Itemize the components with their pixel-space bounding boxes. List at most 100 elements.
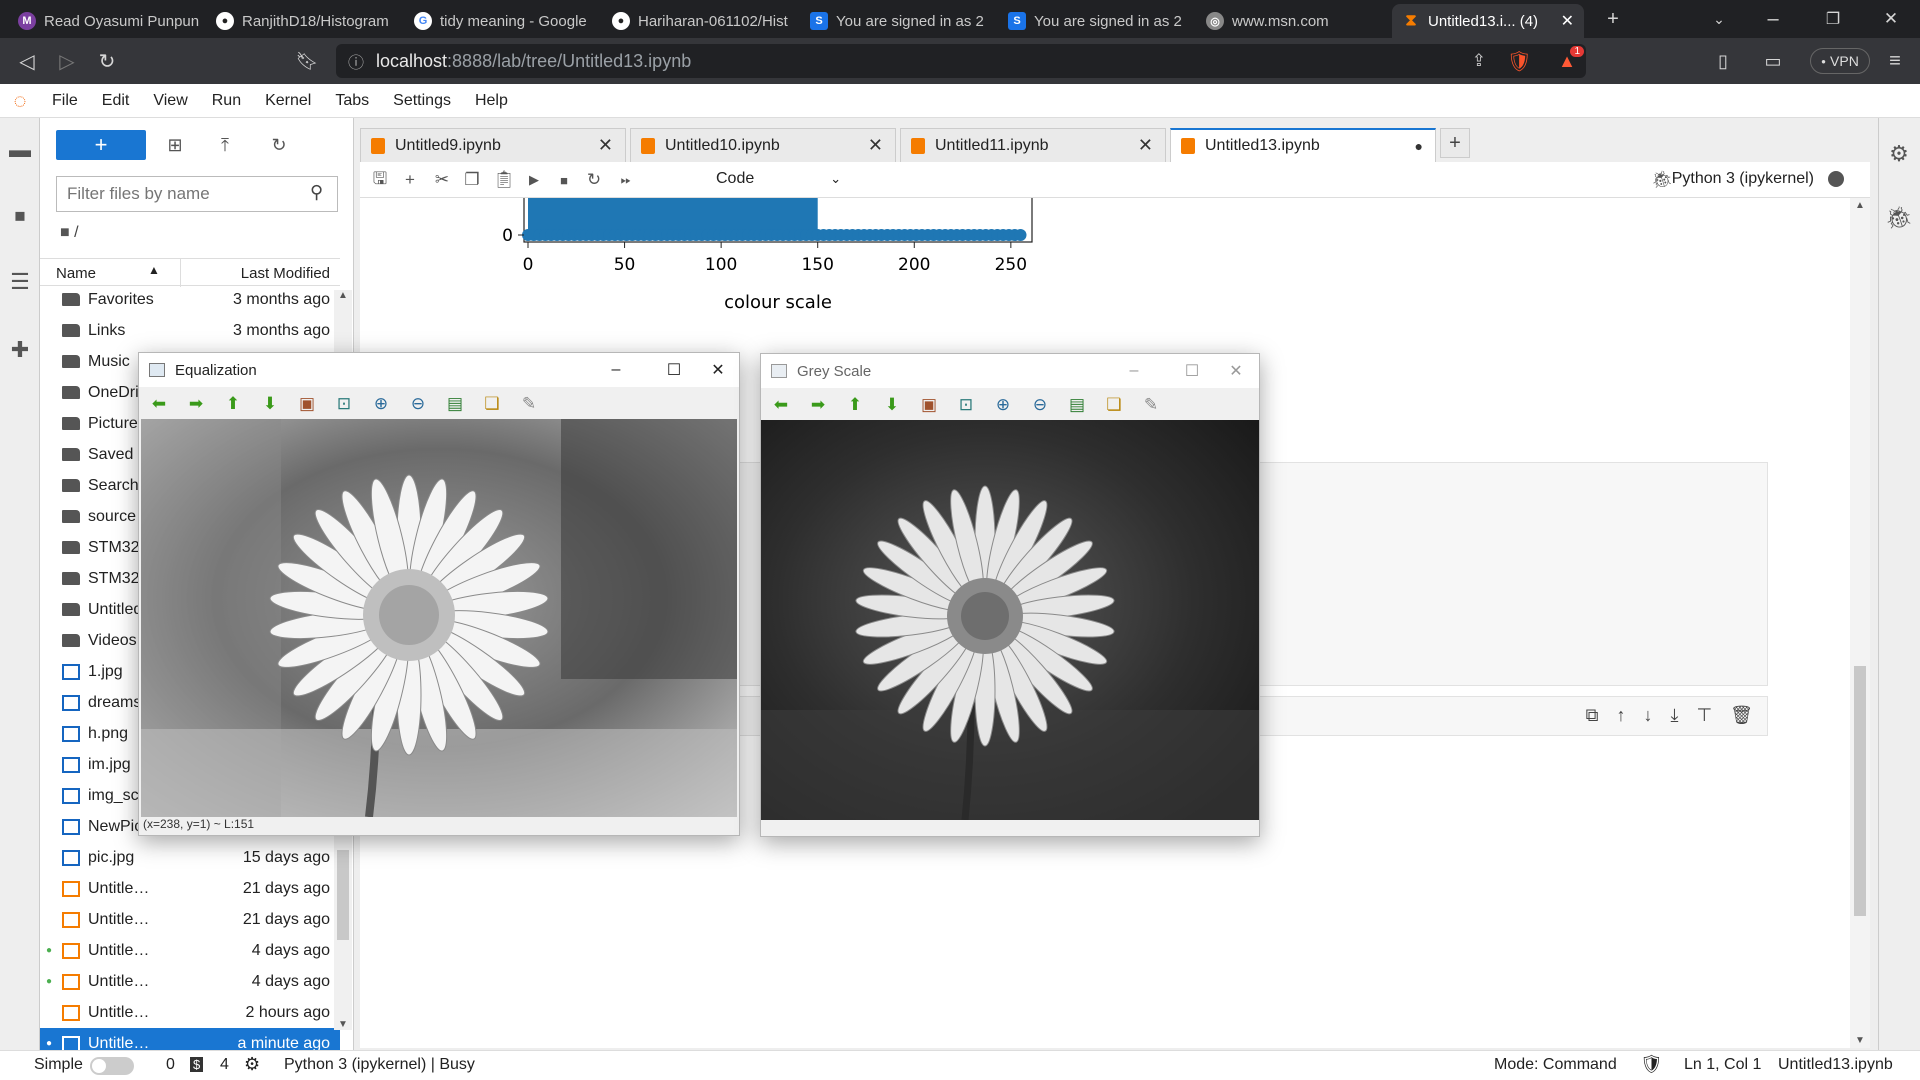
duplicate-icon[interactable]: ⧉	[1586, 705, 1599, 726]
close-icon[interactable]: ✕	[1213, 354, 1259, 388]
simple-mode-toggle[interactable]	[90, 1057, 134, 1075]
scrollbar-thumb[interactable]	[1854, 666, 1866, 916]
bookmark-icon[interactable]: 🔖︎	[290, 44, 324, 78]
arrow-down-icon[interactable]: ⬇	[880, 395, 904, 415]
zoom-fit-icon[interactable]: ⊡	[332, 394, 356, 414]
copy-icon[interactable]: ❐	[460, 168, 484, 192]
equalization-window[interactable]: Equalization – ☐ ✕ ⬅ ➡ ⬆ ⬇ ▣ ⊡ ⊕ ⊖ ▤ ❏ ✎	[138, 352, 740, 836]
image-icon[interactable]: ▣	[295, 394, 319, 414]
new-tab-button[interactable]: +	[1596, 2, 1630, 36]
cut-icon[interactable]: ✂	[430, 168, 454, 192]
menu-view[interactable]: View	[141, 92, 199, 110]
menu-kernel[interactable]: Kernel	[253, 92, 323, 110]
arrow-up-icon[interactable]: ⬆	[843, 395, 867, 415]
doc-tab[interactable]: Untitled11.ipynb ✕	[900, 128, 1166, 162]
save-icon[interactable]: ▤	[443, 394, 467, 414]
menu-run[interactable]: Run	[200, 92, 253, 110]
delete-icon[interactable]: 🗑︎	[1730, 705, 1753, 726]
browser-tab[interactable]: G tidy meaning - Google	[404, 4, 602, 38]
menu-file[interactable]: File	[40, 92, 90, 110]
zoom-in-icon[interactable]: ⊕	[369, 394, 393, 414]
zoom-fit-icon[interactable]: ⊡	[954, 395, 978, 415]
file-row[interactable]: Untitled.i... 21 days ago	[40, 873, 340, 904]
breadcrumb[interactable]: ■ /	[60, 224, 79, 242]
window-title-bar[interactable]: Equalization – ☐ ✕	[139, 353, 739, 387]
new-launcher-button[interactable]: +	[56, 130, 146, 160]
forward-icon[interactable]: ▷	[50, 44, 84, 78]
doc-tab-active[interactable]: Untitled13.ipynb ●	[1170, 128, 1436, 162]
file-row[interactable]: ● Untitled1... 4 days ago	[40, 935, 340, 966]
doc-tab[interactable]: Untitled9.ipynb ✕	[360, 128, 626, 162]
zoom-out-icon[interactable]: ⊖	[406, 394, 430, 414]
reload-icon[interactable]: ↻	[90, 44, 124, 78]
arrow-right-icon[interactable]: ➡	[184, 394, 208, 414]
menu-edit[interactable]: Edit	[90, 92, 142, 110]
file-row[interactable]: Untitled1... 21 days ago	[40, 904, 340, 935]
move-up-icon[interactable]: ↑	[1616, 705, 1625, 726]
paste-icon[interactable]: 📋︎	[492, 168, 516, 192]
terminals-count[interactable]: 0	[166, 1056, 175, 1074]
property-inspector-gear-icon[interactable]: ⚙	[1885, 140, 1913, 168]
scroll-down-icon[interactable]: ▼	[1850, 1035, 1870, 1046]
insert-above-icon[interactable]: ⤓	[1670, 705, 1678, 726]
arrow-down-icon[interactable]: ⬇	[258, 394, 282, 414]
close-icon[interactable]: ✕	[598, 135, 613, 156]
new-folder-icon[interactable]: ⊞	[162, 132, 188, 158]
save-icon[interactable]: ▤	[1065, 395, 1089, 415]
column-name[interactable]: Name	[56, 265, 96, 282]
wallet-icon[interactable]: ▭	[1756, 44, 1790, 78]
share-icon[interactable]: ⇪	[1472, 51, 1486, 71]
run-all-icon[interactable]: ⏩︎	[614, 168, 638, 192]
running-stop-icon[interactable]: ⏹	[6, 202, 34, 230]
new-tab-button[interactable]: +	[1440, 128, 1470, 158]
debugger-bug-icon[interactable]: 🐞︎	[1650, 168, 1674, 192]
arrow-left-icon[interactable]: ⬅	[769, 395, 793, 415]
save-icon[interactable]: 🖫︎	[368, 168, 392, 192]
file-row[interactable]: Untitled1... 2 hours ago	[40, 997, 340, 1028]
debugger-bug-icon[interactable]: 🐞︎	[1885, 204, 1913, 232]
browser-tab[interactable]: S You are signed in as 2	[998, 4, 1196, 38]
cell-type-select[interactable]: Code ⌄	[716, 170, 841, 188]
file-row[interactable]: ● Untitled1... 4 days ago	[40, 966, 340, 997]
close-icon[interactable]: ✕	[1138, 135, 1153, 156]
restart-icon[interactable]: ↻	[582, 168, 606, 192]
greyscale-window[interactable]: Grey Scale – ☐ ✕ ⬅ ➡ ⬆ ⬇ ▣ ⊡ ⊕ ⊖ ▤ ❏ ✎	[760, 353, 1260, 837]
browser-tab[interactable]: ● RanjithD18/Histogram	[206, 4, 404, 38]
browser-tab[interactable]: M Read Oyasumi Punpun	[8, 4, 206, 38]
file-row[interactable]: pic.jpg 15 days ago	[40, 842, 340, 873]
browser-tab-active[interactable]: ⧗ Untitled13.i... (4) ✕	[1392, 4, 1584, 38]
cursor-position[interactable]: Ln 1, Col 1	[1684, 1056, 1761, 1074]
menu-settings[interactable]: Settings	[381, 92, 463, 110]
browser-tab[interactable]: ◎ www.msn.com	[1196, 4, 1392, 38]
kernel-status[interactable]: Python 3 (ipykernel) | Busy	[284, 1056, 475, 1074]
back-icon[interactable]: ◁	[10, 44, 44, 78]
copy-icon[interactable]: ❏	[480, 394, 504, 414]
url-field[interactable]: ⓘ localhost:8888/lab/tree/Untitled13.ipy…	[336, 44, 1586, 78]
restore-icon[interactable]: ❐	[1816, 2, 1850, 36]
scroll-down-icon[interactable]: ▼	[334, 1019, 352, 1030]
stop-icon[interactable]: ■	[552, 168, 576, 192]
insert-below-icon[interactable]: ⊤	[1696, 705, 1712, 726]
trusted-shield-icon[interactable]: 🛡︎	[1640, 1054, 1663, 1075]
close-window-icon[interactable]: ✕	[1874, 2, 1908, 36]
image-icon[interactable]: ▣	[917, 395, 941, 415]
browser-tab[interactable]: S You are signed in as 2	[800, 4, 998, 38]
close-icon[interactable]: ✕	[868, 135, 883, 156]
file-row[interactable]: Favorites 3 months ago	[40, 284, 340, 315]
maximize-icon[interactable]: ☐	[1169, 354, 1215, 388]
run-icon[interactable]: ▶	[522, 168, 546, 192]
menu-tabs[interactable]: Tabs	[323, 92, 381, 110]
minimize-icon[interactable]: –	[1756, 2, 1790, 36]
zoom-out-icon[interactable]: ⊖	[1028, 395, 1052, 415]
unsaved-dot-icon[interactable]: ●	[1415, 138, 1423, 154]
folder-icon[interactable]: ▬	[6, 136, 34, 164]
scroll-up-icon[interactable]: ▲	[1850, 200, 1870, 211]
doc-tab[interactable]: Untitled10.ipynb ✕	[630, 128, 896, 162]
scroll-up-icon[interactable]: ▲	[334, 290, 352, 301]
column-last-modified[interactable]: Last Modified	[241, 265, 330, 282]
scrollbar-thumb[interactable]	[337, 850, 349, 940]
sidebar-toggle-icon[interactable]: ▯	[1706, 44, 1740, 78]
upload-icon[interactable]: ⤒	[212, 132, 238, 158]
arrow-up-icon[interactable]: ⬆	[221, 394, 245, 414]
move-down-icon[interactable]: ↓	[1643, 705, 1652, 726]
